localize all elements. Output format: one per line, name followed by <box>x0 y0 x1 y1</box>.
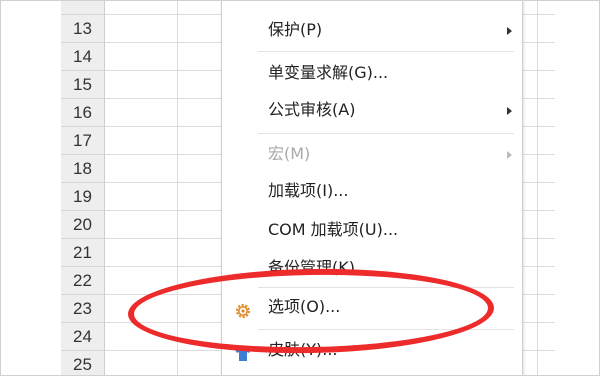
row-header[interactable]: 19 <box>61 183 105 211</box>
menu-separator <box>258 329 514 330</box>
menu-item-protect[interactable]: 保护(P) <box>222 13 522 47</box>
menu-separator <box>258 51 514 52</box>
row-header[interactable]: 16 <box>61 99 105 127</box>
column-divider <box>537 1 538 375</box>
submenu-arrow-icon <box>507 27 512 35</box>
menu-item-formula-auditing[interactable]: 公式审核(A) <box>222 93 522 127</box>
menu-item-label: COM 加载项(U)... <box>268 220 399 239</box>
row-header[interactable]: 17 <box>61 127 105 155</box>
menu-item-label: 保护(P) <box>268 20 323 39</box>
row-header[interactable]: 25 <box>61 351 105 375</box>
submenu-arrow-icon <box>507 151 512 159</box>
menu-item-add-ins[interactable]: 加载项(I)... <box>222 174 522 208</box>
screenshot-frame: 13 14 15 16 17 18 19 20 21 22 23 24 25 保… <box>0 0 600 376</box>
row-header-12-partial[interactable] <box>61 1 105 15</box>
row-header[interactable]: 21 <box>61 239 105 267</box>
submenu-arrow-icon <box>507 107 512 115</box>
row-header[interactable]: 13 <box>61 15 105 43</box>
column-divider <box>177 1 178 375</box>
menu-item-skin[interactable]: 皮肤(Y)... <box>222 333 522 367</box>
gear-icon <box>234 298 252 318</box>
menu-separator <box>258 287 514 288</box>
menu-item-options[interactable]: 选项(O)... <box>222 290 522 324</box>
menu-item-label: 单变量求解(G)... <box>268 63 389 82</box>
tools-context-menu: 保护(P) 单变量求解(G)... 公式审核(A) 宏(M) 加载项(I)...… <box>221 1 523 375</box>
menu-item-label: 选项(O)... <box>268 297 341 316</box>
menu-item-backup-management[interactable]: 备份管理(K) <box>222 251 522 285</box>
menu-item-label: 宏(M) <box>268 144 311 163</box>
row-header[interactable]: 24 <box>61 323 105 351</box>
row-header[interactable]: 22 <box>61 267 105 295</box>
row-header[interactable]: 15 <box>61 71 105 99</box>
shirt-icon <box>234 341 252 361</box>
left-margin <box>1 1 61 375</box>
menu-item-label: 加载项(I)... <box>268 181 349 200</box>
row-header[interactable]: 14 <box>61 43 105 71</box>
menu-item-goal-seek[interactable]: 单变量求解(G)... <box>222 56 522 90</box>
menu-item-macro: 宏(M) <box>222 137 522 171</box>
row-header[interactable]: 23 <box>61 295 105 323</box>
row-header[interactable]: 20 <box>61 211 105 239</box>
menu-item-label: 皮肤(Y)... <box>268 340 338 359</box>
row-header[interactable]: 18 <box>61 155 105 183</box>
menu-item-label: 备份管理(K) <box>268 258 355 277</box>
menu-item-label: 公式审核(A) <box>268 100 356 119</box>
menu-separator <box>258 133 514 134</box>
right-margin <box>555 1 599 375</box>
menu-item-com-add-ins[interactable]: COM 加载项(U)... <box>222 213 522 247</box>
